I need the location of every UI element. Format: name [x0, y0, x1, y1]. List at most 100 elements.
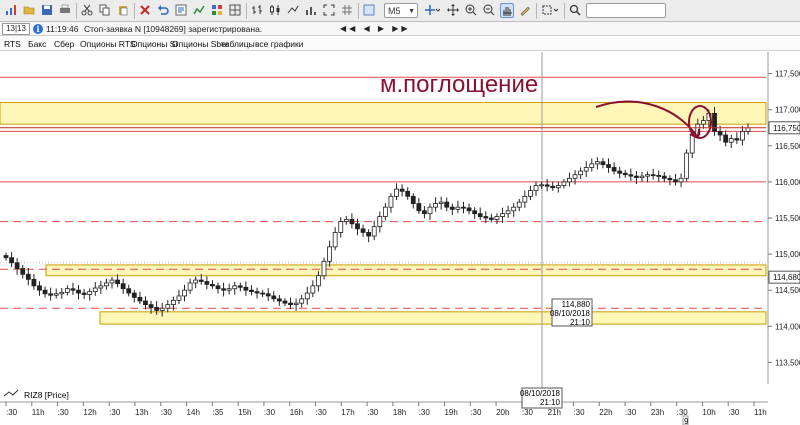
candle-body [650, 174, 656, 177]
candle-body [712, 112, 717, 132]
candle-body [120, 283, 126, 290]
search-icon[interactable] [568, 3, 582, 18]
zoom-out-icon[interactable] [482, 3, 496, 18]
selection-tool-icon[interactable] [540, 3, 560, 18]
drag-mode-icon[interactable] [362, 3, 376, 18]
layout-icon[interactable] [228, 3, 242, 18]
candle-body [215, 285, 221, 290]
candle-body [3, 255, 9, 259]
candle-body [438, 201, 444, 204]
candle-body [221, 288, 226, 291]
candle-body [606, 164, 611, 168]
draw-tool-icon[interactable] [518, 3, 532, 18]
line-chart-icon[interactable] [286, 3, 300, 18]
delete-icon[interactable] [138, 3, 152, 18]
search-input[interactable] [586, 3, 666, 18]
candle-body [578, 170, 584, 176]
candle-body [477, 213, 483, 217]
candle-body [488, 217, 494, 220]
hand-tool-icon[interactable] [500, 3, 514, 18]
price-tick-label: 117,000 [775, 106, 800, 115]
timeframe-select[interactable]: M5 ▼ [384, 3, 418, 18]
message-navigation[interactable]: ◀◀ ◀ ▶ ▶▶ [340, 22, 411, 36]
day-marker: 9 [684, 417, 689, 425]
candle-body [399, 188, 405, 192]
candle-body [433, 203, 438, 208]
price-chart[interactable]: м.поглощение 117,500 117,000 116,500 116,00… [0, 52, 800, 425]
candle-body [271, 295, 277, 300]
candle-body [410, 195, 416, 204]
status-time: 11:19:46 [46, 24, 79, 34]
candle-body [617, 170, 623, 174]
price-tick-label: 115,500 [775, 214, 800, 223]
candle-body [461, 206, 466, 209]
zone-0[interactable] [0, 102, 767, 125]
time-tick-label: :30 [109, 408, 121, 417]
tab-sber[interactable]: Сбер [54, 37, 74, 51]
template-icon[interactable] [210, 3, 224, 18]
candle-body [14, 262, 20, 269]
tab-rts[interactable]: RTS [4, 37, 21, 51]
candle-body [304, 292, 310, 300]
time-tick-label: :30 [573, 408, 585, 417]
crosshair-date: 08/10/2018 [550, 309, 591, 318]
price-tick-label: 114,500 [775, 286, 800, 295]
copy-icon[interactable] [98, 3, 112, 18]
candle-body [159, 307, 165, 311]
tab-options-rts[interactable]: Опционы RTS [80, 37, 136, 51]
properties-icon[interactable] [174, 3, 188, 18]
time-tick-label: 21h [548, 408, 561, 417]
candle-body [198, 279, 204, 282]
candle-body [656, 175, 662, 177]
candle-body [377, 216, 383, 228]
candle-chart-icon[interactable] [268, 3, 282, 18]
candle-body [210, 283, 215, 287]
time-tick-label: 13h [135, 408, 148, 417]
candle-body [265, 293, 271, 297]
candle-body [20, 268, 26, 275]
candle-body [544, 184, 550, 187]
bar-chart-icon[interactable] [250, 3, 264, 18]
candle-body [394, 188, 399, 197]
time-tick-label: 10h [702, 408, 715, 417]
candle-body [583, 167, 589, 172]
zoom-fit-icon[interactable] [322, 3, 336, 18]
chevron-down-icon: ▼ [408, 8, 415, 15]
candle-body [243, 286, 249, 291]
crosshair-price: 114,880 [562, 300, 591, 309]
candle-body [427, 206, 433, 215]
tab-options-si[interactable]: Опционы Si [131, 37, 177, 51]
candle-body [31, 278, 37, 287]
candle-body [511, 206, 517, 212]
tab-all-charts[interactable]: все графики [255, 37, 304, 51]
zone-2[interactable] [99, 311, 767, 325]
candle-body [667, 177, 673, 181]
save-icon[interactable] [40, 3, 54, 18]
price-tick-label: 116,000 [775, 178, 800, 187]
indicator-icon[interactable] [192, 3, 206, 18]
move-tool-icon[interactable] [446, 3, 460, 18]
candle-body [444, 201, 450, 208]
undo-icon[interactable] [156, 3, 170, 18]
print-icon[interactable] [58, 3, 72, 18]
time-tick-label: :30 [470, 408, 482, 417]
zoom-in-icon[interactable] [464, 3, 478, 18]
candle-body [349, 219, 355, 225]
grid-icon[interactable] [340, 3, 354, 18]
annotation-text: м.поглощение [380, 71, 538, 98]
tab-baks[interactable]: Бакс [28, 37, 46, 51]
paste-icon[interactable] [116, 3, 130, 18]
candle-body [589, 163, 595, 168]
chart-pager[interactable]: 13|13 [2, 23, 30, 35]
candle-body [561, 181, 567, 186]
cut-icon[interactable] [80, 3, 94, 18]
volume-icon[interactable] [304, 3, 318, 18]
open-icon[interactable] [22, 3, 36, 18]
new-chart-icon[interactable] [4, 3, 18, 18]
zone-1[interactable] [45, 264, 767, 277]
status-line: 13|13 i 11:19:46 Стоп-заявка N [10948269… [0, 22, 800, 36]
time-tick-label: :30 [161, 408, 173, 417]
crosshair-tool-icon[interactable] [422, 3, 442, 18]
candle-body [700, 120, 706, 125]
tab-tables[interactable]: таблицы [221, 37, 255, 51]
